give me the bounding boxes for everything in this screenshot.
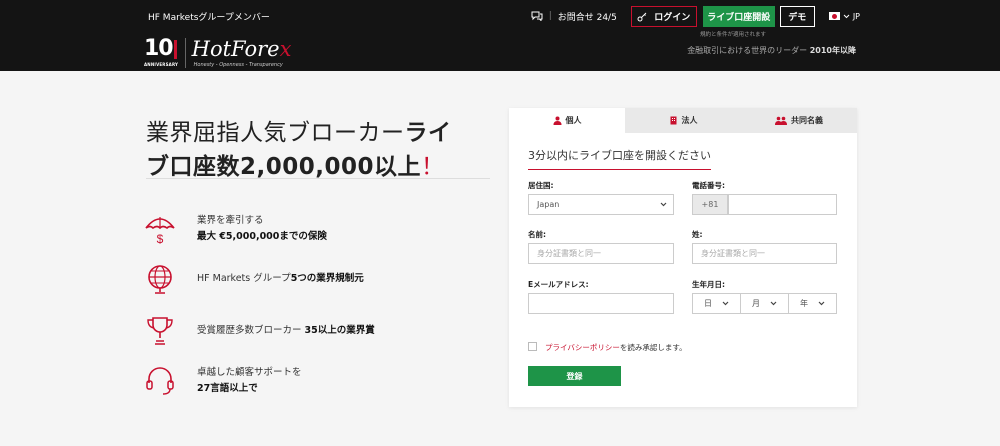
chat-icon[interactable] [531, 11, 543, 21]
first-name-input[interactable]: 身分証書類と同一 [528, 243, 674, 264]
chevron-down-icon [818, 301, 825, 306]
headset-icon [146, 367, 174, 395]
feature-support-text: 卓越した顧客サポートを 27言語以上で [197, 367, 302, 394]
language-code: JP [852, 11, 860, 21]
feature-insurance: $ 業界を牽引する 最大 €5,000,000までの保険 [143, 212, 327, 246]
chevron-down-icon [722, 301, 729, 306]
open-live-account-button[interactable]: ライブ口座開設 [702, 5, 775, 27]
phone-prefix: +81 [692, 194, 728, 215]
users-icon [775, 116, 787, 125]
group-member-label: HF Marketsグループメンバー [148, 13, 270, 23]
anniversary-badge: 10 ANNIVERSARY [144, 36, 179, 68]
privacy-consent-text: プライバシーポリシーを読み承認します。 [545, 343, 687, 352]
residence-label: 居住国: [528, 181, 554, 190]
privacy-checkbox[interactable] [528, 342, 537, 351]
registration-form: 個人 法人 共同名義 3分以内にライブ口座を開設ください 居住国: Japan … [509, 108, 857, 407]
trophy-icon [147, 317, 173, 345]
anniversary-number: 10 [144, 36, 174, 61]
japan-flag-icon [828, 12, 840, 20]
email-input[interactable] [528, 293, 674, 314]
brand-wordmark: HotForex Honesty - Openness - Transparen… [191, 37, 292, 68]
header-tagline: 金融取引における世界のリーダー 2010年以降 [687, 46, 856, 55]
header-actions: | お問合せ 24/5 ログイン ライブ口座開設 デモ JP [531, 5, 860, 27]
dob-label: 生年月日: [692, 280, 725, 289]
brand-slogan: Honesty - Openness - Transparency [193, 62, 283, 68]
dob-day-select[interactable]: 日 [692, 293, 741, 314]
demo-button[interactable]: デモ [779, 5, 815, 27]
phone-label: 電話番号: [692, 181, 725, 190]
tab-individual[interactable]: 個人 [509, 108, 625, 133]
anniversary-text: ANNIVERSARY [144, 62, 179, 67]
top-header: HF Marketsグループメンバー | お問合せ 24/5 ログイン ライブ口… [0, 0, 1000, 71]
form-title: 3分以内にライブ口座を開設ください [528, 147, 711, 170]
last-name-label: 姓: [692, 230, 703, 239]
hero-headline: 業界屈指人気ブローカーライ ブ口座数2,000,000以上！ [146, 120, 452, 180]
user-icon [553, 116, 561, 125]
language-selector[interactable]: JP [828, 11, 860, 21]
account-type-tabs: 個人 法人 共同名義 [509, 108, 857, 133]
feature-insurance-text: 業界を牽引する 最大 €5,000,000までの保険 [197, 215, 327, 242]
dob-year-select[interactable]: 年 [788, 293, 837, 314]
logo-divider [184, 38, 186, 68]
chevron-down-icon [660, 202, 667, 207]
contact-link[interactable]: お問合せ 24/5 [558, 10, 617, 23]
key-icon [637, 12, 647, 21]
umbrella-dollar-icon: $ [145, 217, 175, 246]
email-label: Eメールアドレス: [528, 280, 589, 289]
residence-select[interactable]: Japan [528, 194, 674, 215]
tab-joint[interactable]: 共同名義 [741, 108, 857, 133]
feature-regulation: HF Markets グループ5つの業界規制元 [143, 262, 364, 296]
separator: | [548, 11, 552, 21]
headline-divider [146, 178, 490, 179]
last-name-input[interactable]: 身分証書類と同一 [692, 243, 837, 264]
tab-corporate[interactable]: 法人 [625, 108, 741, 133]
privacy-policy-link[interactable]: プライバシーポリシー [545, 343, 620, 352]
login-label: ログイン [654, 12, 691, 23]
feature-awards: 受賞履歴多数ブローカー 35以上の業界賞 [143, 314, 375, 348]
chevron-down-icon [843, 14, 850, 18]
svg-text:$: $ [157, 232, 164, 246]
login-button[interactable]: ログイン [630, 5, 697, 27]
first-name-label: 名前: [528, 230, 546, 239]
register-button[interactable]: 登録 [528, 366, 621, 386]
brand-name: HotForex [191, 37, 292, 61]
terms-note: 規約と条件が適用されます [700, 32, 767, 38]
feature-regulation-text: HF Markets グループ5つの業界規制元 [197, 273, 364, 284]
feature-support: 卓越した顧客サポートを 27言語以上で [143, 364, 302, 398]
feature-awards-text: 受賞履歴多数ブローカー 35以上の業界賞 [197, 325, 375, 336]
years-bar [173, 40, 177, 59]
chevron-down-icon [770, 301, 777, 306]
hotforex-logo[interactable]: 10 ANNIVERSARY HotForex Honesty - Openne… [144, 38, 291, 68]
phone-input[interactable] [728, 194, 837, 215]
building-icon [670, 116, 676, 125]
dob-month-select[interactable]: 月 [740, 293, 789, 314]
globe-icon [148, 265, 172, 294]
